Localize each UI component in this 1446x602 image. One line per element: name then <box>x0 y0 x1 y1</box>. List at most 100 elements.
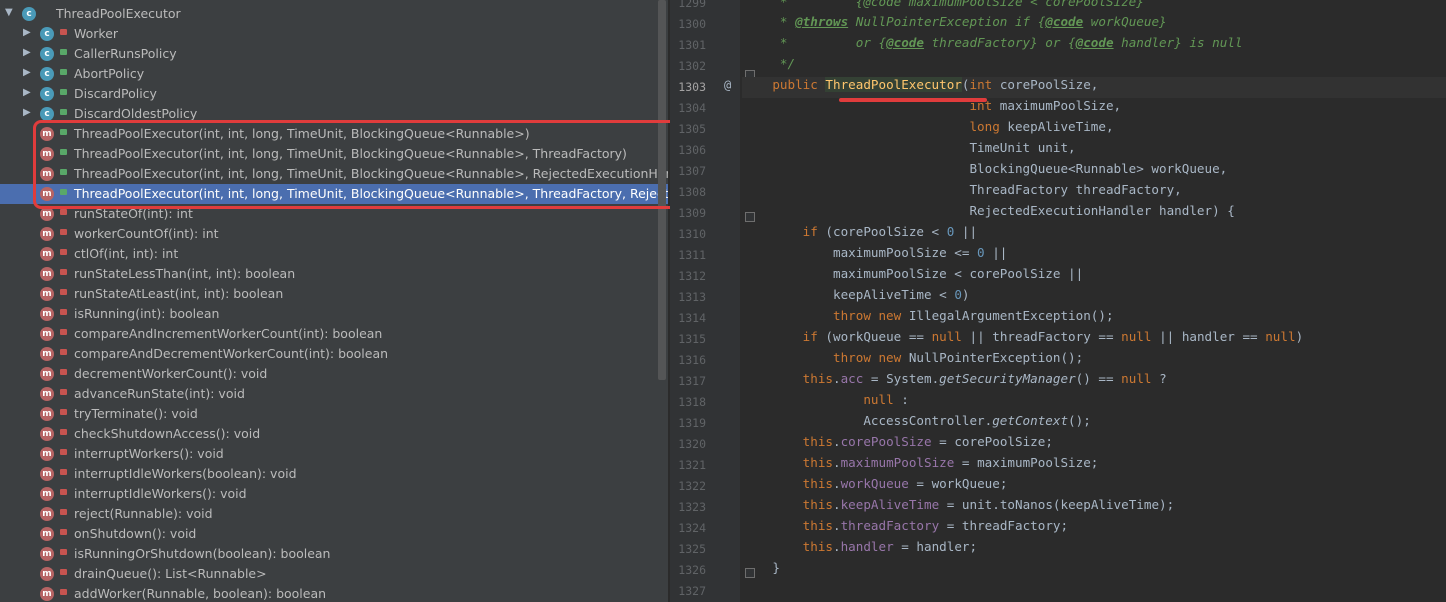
comment-text: NullPointerException if { <box>848 14 1046 29</box>
code-line-1300: * @throws NullPointerException if {@code… <box>742 14 1167 35</box>
comment-text: * <box>742 14 796 29</box>
tree-item-method[interactable]: m onShutdown(): void <box>0 524 668 544</box>
expand-arrow-icon[interactable]: ▶ <box>23 27 31 38</box>
code-text: (corePoolSize < <box>817 224 947 239</box>
override-annotation-icon[interactable]: @ <box>724 78 731 92</box>
code-text: . <box>833 497 841 512</box>
method-icon: m <box>40 407 54 421</box>
tree-item-method[interactable]: m runStateAtLeast(int, int): boolean <box>0 284 668 304</box>
tree-item-class[interactable]: ▶ c DiscardOldestPolicy <box>0 104 668 124</box>
tree-item-label: interruptWorkers(): void <box>74 446 224 461</box>
line-number: 1310 <box>678 227 706 241</box>
method-icon: m <box>40 267 54 281</box>
tree-item-method[interactable]: m addWorker(Runnable, boolean): boolean <box>0 584 668 602</box>
class-icon: c <box>40 67 54 81</box>
code-line-1320: this.corePoolSize = corePoolSize; <box>742 434 1053 455</box>
code-line-1302: */ <box>742 56 795 77</box>
public-lock-icon <box>60 49 67 55</box>
tree-item-method[interactable]: m decrementWorkerCount(): void <box>0 364 668 384</box>
method-icon: m <box>40 507 54 521</box>
keyword: this <box>742 518 833 533</box>
code-line-1323: this.keepAliveTime = unit.toNanos(keepAl… <box>742 497 1175 518</box>
code-line-1325: this.handler = handler; <box>742 539 977 560</box>
tree-item-constructor[interactable]: m ThreadPoolExecutor(int, int, long, Tim… <box>0 164 668 184</box>
tree-item-method[interactable]: m compareAndIncrementWorkerCount(int): bo… <box>0 324 668 344</box>
tree-item-label: addWorker(Runnable, boolean): boolean <box>74 586 327 601</box>
line-number: 1303 <box>678 80 706 94</box>
code-line-1301: * or {@code threadFactory} or {@code han… <box>742 35 1243 56</box>
method-icon: m <box>40 487 54 501</box>
tree-item-label: ThreadPoolExecutor(int, int, long, TimeU… <box>74 126 530 141</box>
expand-arrow-icon[interactable]: ▶ <box>23 67 31 78</box>
tree-item-method[interactable]: m drainQueue(): List<Runnable> <box>0 564 668 584</box>
expand-arrow-icon[interactable]: ▶ <box>23 107 31 118</box>
tree-item-method[interactable]: m isRunningOrShutdown(boolean): boolean <box>0 544 668 564</box>
number-literal: 0 <box>977 245 985 260</box>
tree-item-method[interactable]: m checkShutdownAccess(): void <box>0 424 668 444</box>
code-line-1319: AccessController.getContext(); <box>742 413 1091 434</box>
tree-item-label: isRunning(int): boolean <box>74 306 220 321</box>
keyword: if <box>742 329 818 344</box>
code-text: . <box>833 518 841 533</box>
code-text: = System. <box>863 371 940 386</box>
code-line-1326: } <box>742 560 780 581</box>
tree-item-method[interactable]: m workerCountOf(int): int <box>0 224 668 244</box>
tree-item-method[interactable]: m advanceRunState(int): void <box>0 384 668 404</box>
structure-panel: ▼ c ThreadPoolExecutor ▶ c Worker ▶ c Ca… <box>0 0 669 602</box>
tree-item-method[interactable]: m isRunning(int): boolean <box>0 304 668 324</box>
tree-item-class[interactable]: ▶ c AbortPolicy <box>0 64 668 84</box>
tree-item-label: runStateOf(int): int <box>74 206 193 221</box>
tree-item-method[interactable]: m compareAndDecrementWorkerCount(int): bo… <box>0 344 668 364</box>
tree-item-label: workerCountOf(int): int <box>74 226 219 241</box>
scrollbar-thumb[interactable] <box>658 0 666 380</box>
private-lock-icon <box>60 409 67 415</box>
line-number: 1300 <box>678 17 706 31</box>
line-number: 1322 <box>678 479 706 493</box>
code-text: = corePoolSize; <box>931 434 1053 449</box>
tree-item-method[interactable]: m tryTerminate(): void <box>0 404 668 424</box>
tree-item-label: advanceRunState(int): void <box>74 386 245 401</box>
tree-item-constructor[interactable]: m ThreadPoolExecutor(int, int, long, Tim… <box>0 144 668 164</box>
tree-item-method[interactable]: m reject(Runnable): void <box>0 504 668 524</box>
field-name: corePoolSize <box>840 434 932 449</box>
line-number: 1321 <box>678 458 706 472</box>
code-line-1315: if (workQueue == null || threadFactory =… <box>742 329 1304 350</box>
code-text: = unit.toNanos(keepAliveTime); <box>939 497 1175 512</box>
field-name: keepAliveTime <box>840 497 940 512</box>
tree-item-method[interactable]: m runStateLessThan(int, int): boolean <box>0 264 668 284</box>
code-text: ) <box>1295 329 1304 344</box>
line-number: 1324 <box>678 521 706 535</box>
comment-text: */ <box>742 56 796 71</box>
tree-item-class[interactable]: ▶ c CallerRunsPolicy <box>0 44 668 64</box>
tree-item-method[interactable]: m interruptIdleWorkers(boolean): void <box>0 464 668 484</box>
tree-item-constructor[interactable]: m ThreadPoolExecutor(int, int, long, Tim… <box>0 124 668 144</box>
private-lock-icon <box>60 529 67 535</box>
tree-item-method[interactable]: m ctlOf(int, int): int <box>0 244 668 264</box>
code-line-1324: this.threadFactory = threadFactory; <box>742 518 1068 539</box>
line-number: 1312 <box>678 269 706 283</box>
tree-item-method[interactable]: m interruptIdleWorkers(): void <box>0 484 668 504</box>
code-text: . <box>833 455 841 470</box>
tree-item-class[interactable]: ▶ c Worker <box>0 24 668 44</box>
tree-item-constructor-selected[interactable]: m ThreadPoolExecutor(int, int, long, Tim… <box>0 184 668 204</box>
tree-item-class[interactable]: ▶ c DiscardPolicy <box>0 84 668 104</box>
expand-arrow-icon[interactable]: ▶ <box>23 87 31 98</box>
tree-item-label: DiscardOldestPolicy <box>74 106 198 121</box>
line-number: 1325 <box>678 542 706 556</box>
code-line-1313: keepAliveTime < 0) <box>742 287 970 308</box>
tree-item-label: onShutdown(): void <box>74 526 197 541</box>
tree-root-class[interactable]: ▼ c ThreadPoolExecutor <box>0 4 668 24</box>
collapse-arrow-icon[interactable]: ▼ <box>5 7 13 18</box>
code-text: || threadFactory == <box>961 329 1122 344</box>
code-text: keepAliveTime < <box>742 287 955 302</box>
code-editor[interactable]: * {@code maximumPoolSize < corePoolSize}… <box>742 0 1446 602</box>
keyword: throw new <box>742 350 902 365</box>
tree-item-method[interactable]: m interruptWorkers(): void <box>0 444 668 464</box>
line-number: 1318 <box>678 395 706 409</box>
keyword: this <box>742 371 833 386</box>
tree-item-label: interruptIdleWorkers(boolean): void <box>74 466 297 481</box>
tree-item-method[interactable]: m runStateOf(int): int <box>0 204 668 224</box>
expand-arrow-icon[interactable]: ▶ <box>23 47 31 58</box>
code-text: (); <box>1068 413 1091 428</box>
